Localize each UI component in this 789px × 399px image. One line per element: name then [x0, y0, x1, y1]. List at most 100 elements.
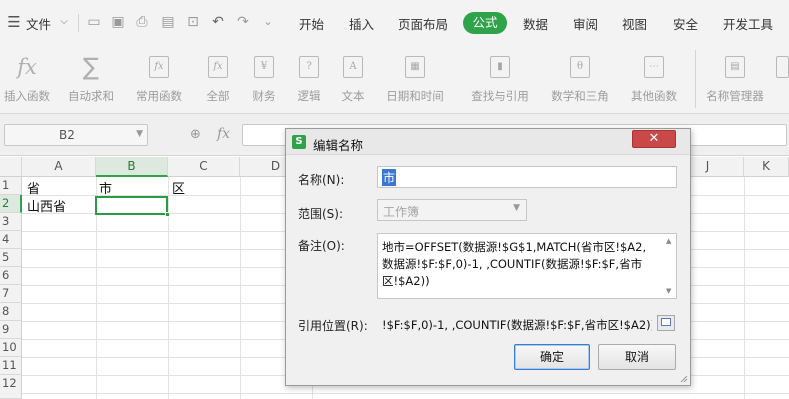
lookup-reference-label: 查找与引用: [471, 89, 529, 103]
chevron-down-icon: ▼: [513, 203, 520, 213]
gridline: [240, 177, 241, 399]
redo-icon[interactable]: ↷: [235, 14, 251, 30]
row-header-9[interactable]: 9: [0, 321, 22, 339]
sigma-icon: ∑: [82, 53, 100, 81]
tab-developer[interactable]: 开发工具: [723, 14, 773, 33]
cell-reference: B2: [59, 128, 75, 142]
text-button[interactable]: A 文本: [333, 52, 373, 104]
insert-function-label: 插入函数: [4, 89, 50, 103]
all-functions-button[interactable]: fx 全部: [196, 52, 240, 104]
divider: [78, 14, 79, 32]
insert-function-button[interactable]: fx 插入函数: [0, 52, 54, 104]
wps-logo-icon: S: [292, 135, 306, 149]
reference-field[interactable]: !$F:$F,0)-1, ,COUNTIF(数据源!$F:$F,省市区!$A2)…: [382, 317, 652, 333]
comment-text: 地市=OFFSET(数据源!$G$1,MATCH(省市区!$A2, 数据源!$F…: [382, 239, 662, 290]
active-cell-b2[interactable]: [95, 196, 170, 217]
tab-security[interactable]: 安全: [673, 14, 698, 33]
cell-c1[interactable]: 区: [172, 178, 185, 197]
column-header-a[interactable]: A: [22, 157, 96, 177]
resize-grip-icon[interactable]: [679, 374, 688, 383]
name-manager-button[interactable]: ▤ 名称管理器: [702, 52, 768, 104]
comment-textarea[interactable]: 地市=OFFSET(数据源!$G$1,MATCH(省市区!$A2, 数据源!$F…: [377, 233, 677, 299]
close-icon[interactable]: ✕: [632, 130, 676, 148]
undo-icon[interactable]: ↶: [210, 14, 226, 30]
date-time-button[interactable]: ▦ 日期和时间: [380, 52, 450, 104]
name-manager-icon: ▤: [725, 56, 745, 78]
row-header-5[interactable]: 5: [0, 249, 22, 267]
text-a-icon: A: [343, 56, 363, 78]
divider: [695, 50, 696, 108]
function-star-icon: fx: [149, 56, 169, 78]
print-preview-icon[interactable]: ▤: [160, 14, 176, 30]
save-icon[interactable]: ▣: [110, 14, 126, 30]
gridline: [168, 177, 169, 399]
row-header-10[interactable]: 10: [0, 339, 22, 357]
dialog-title-bar[interactable]: S 编辑名称 ✕: [286, 129, 690, 155]
fill-handle[interactable]: [165, 212, 170, 217]
ok-button[interactable]: 确定: [514, 344, 590, 370]
customize-toolbar-icon[interactable]: ⌄: [260, 14, 276, 30]
cell-a2[interactable]: 山西省: [27, 196, 66, 215]
more-functions-button[interactable]: ⋯ 其他函数: [622, 52, 686, 104]
overflow-ribbon-item[interactable]: [776, 52, 789, 82]
row-header-3[interactable]: 3: [0, 213, 22, 231]
name-field[interactable]: 市: [377, 166, 677, 188]
row-header-4[interactable]: 4: [0, 231, 22, 249]
logical-button[interactable]: ? 逻辑: [289, 52, 329, 104]
row-header-8[interactable]: 8: [0, 303, 22, 321]
row-header-6[interactable]: 6: [0, 267, 22, 285]
more-functions-label: 其他函数: [631, 89, 677, 103]
tab-formula[interactable]: 公式: [463, 12, 507, 34]
fx-icon: fx: [17, 55, 37, 79]
select-all-corner[interactable]: [0, 157, 22, 177]
column-header-c[interactable]: C: [168, 157, 240, 177]
row-header-1[interactable]: 1: [0, 177, 22, 195]
comment-scrollbar[interactable]: ▲ ▼: [665, 235, 675, 297]
row-header-7[interactable]: 7: [0, 285, 22, 303]
row-header-11[interactable]: 11: [0, 357, 22, 375]
chevron-down-icon[interactable]: ⌵: [56, 14, 72, 30]
tab-page-layout[interactable]: 页面布局: [398, 14, 448, 33]
open-folder-icon[interactable]: ▭: [86, 14, 102, 30]
scroll-down-icon[interactable]: ▼: [666, 287, 671, 295]
formula-ribbon: fx 插入函数 ∑ 自动求和 fx 常用函数 fx 全部 ¥ 财务 ? 逻辑 A…: [0, 46, 789, 114]
column-header-b[interactable]: B: [96, 157, 168, 177]
zoom-search-icon[interactable]: ⊕: [190, 127, 201, 142]
print-icon[interactable]: ⎙: [134, 14, 150, 30]
chevron-down-icon[interactable]: ▼: [136, 129, 143, 139]
name-label: 名称(N):: [298, 173, 345, 187]
autosum-button[interactable]: ∑ 自动求和: [60, 52, 122, 104]
row-header-2[interactable]: 2: [0, 195, 22, 213]
common-functions-button[interactable]: fx 常用函数: [128, 52, 190, 104]
calendar-icon: ▦: [405, 56, 425, 78]
cell-a1[interactable]: 省: [27, 178, 40, 197]
hamburger-menu-icon[interactable]: ☰: [6, 14, 22, 30]
tab-start[interactable]: 开始: [299, 14, 324, 33]
math-trig-label: 数学和三角: [551, 89, 609, 103]
name-manager-label: 名称管理器: [706, 89, 764, 103]
tab-insert[interactable]: 插入: [349, 14, 374, 33]
function-icon: fx: [208, 56, 228, 78]
row-header-12[interactable]: 12: [0, 375, 22, 399]
comment-line: 数据源!$F:$F,0)-1, ,COUNTIF(数据源!$F:$F,省市: [382, 257, 643, 271]
column-header-k[interactable]: K: [744, 157, 789, 177]
name-box[interactable]: B2 ▼: [4, 124, 148, 146]
autosum-label: 自动求和: [68, 89, 114, 103]
clipboard-icon: [776, 56, 789, 78]
edit-name-dialog: S 编辑名称 ✕ 名称(N): 市 范围(S): 工作簿 ▼ 备注(O): 地市…: [285, 128, 691, 386]
lookup-reference-button[interactable]: ▮ 查找与引用: [460, 52, 540, 104]
file-menu[interactable]: 文件: [26, 14, 51, 33]
tab-view[interactable]: 视图: [622, 14, 647, 33]
tab-review[interactable]: 审阅: [573, 14, 598, 33]
tab-data[interactable]: 数据: [523, 14, 548, 33]
fx-icon[interactable]: fx: [217, 126, 230, 142]
math-trig-button[interactable]: θ 数学和三角: [542, 52, 618, 104]
scroll-up-icon[interactable]: ▲: [666, 237, 671, 245]
cancel-button[interactable]: 取消: [598, 344, 676, 370]
common-functions-label: 常用函数: [136, 89, 182, 103]
financial-button[interactable]: ¥ 财务: [244, 52, 284, 104]
collapse-reference-button[interactable]: [657, 315, 675, 331]
cell-b1[interactable]: 市: [99, 178, 112, 197]
find-icon[interactable]: ⊡: [185, 14, 201, 30]
all-functions-label: 全部: [206, 89, 230, 103]
